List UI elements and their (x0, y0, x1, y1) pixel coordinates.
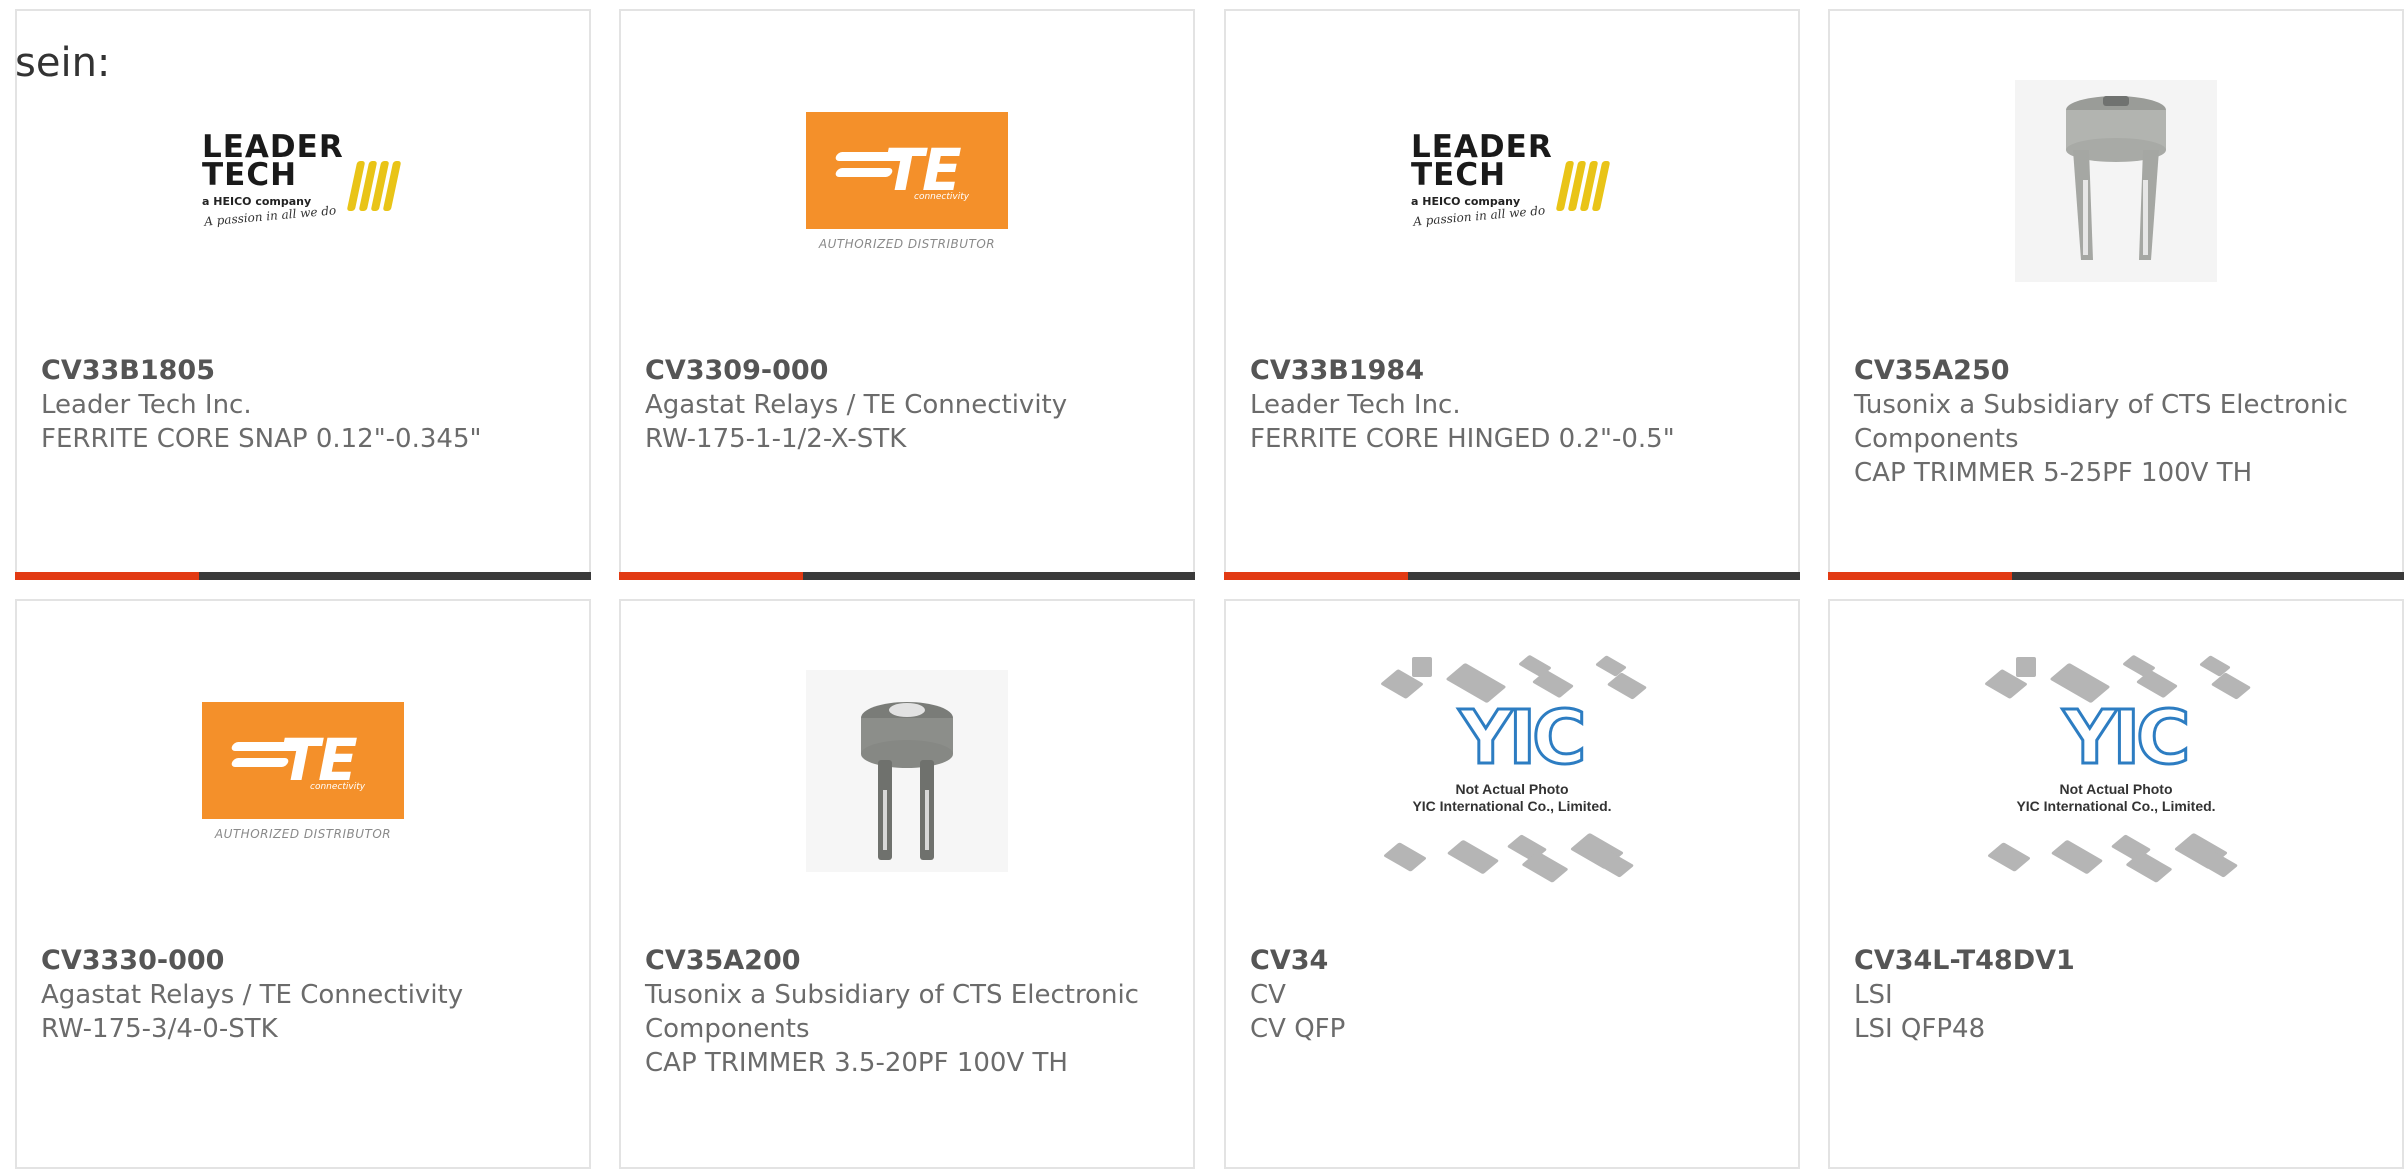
product-info: CV35A200 Tusonix a Subsidiary of CTS Ele… (645, 944, 1169, 1080)
description: CAP TRIMMER 3.5-20PF 100V TH (645, 1048, 1068, 1078)
manufacturer: CV (1250, 980, 1286, 1010)
product-info: CV3330-000 Agastat Relays / TE Connectiv… (41, 944, 565, 1046)
product-info: CV33B1984 Leader Tech Inc. FERRITE CORE … (1250, 354, 1774, 456)
product-card[interactable]: LEADER TECH a HEICO company A passion in … (15, 9, 591, 580)
product-card[interactable]: TE connectivity AUTHORIZED DISTRIBUTOR C… (15, 599, 591, 1169)
card-accent-bar (1828, 572, 2404, 580)
part-number[interactable]: CV34L-T48DV1 (1854, 944, 2378, 978)
product-image (621, 661, 1193, 881)
product-card[interactable]: YIC Not Actual Photo YIC International C… (1224, 599, 1800, 1169)
yic-logo: YIC (2062, 695, 2192, 781)
manufacturer: Tusonix a Subsidiary of CTS Electronic C… (1854, 390, 2348, 454)
product-info: CV35A250 Tusonix a Subsidiary of CTS Ele… (1854, 354, 2378, 490)
trimmer-capacitor-photo (2015, 80, 2217, 282)
not-actual-photo-note: Not Actual Photo YIC International Co., … (2016, 781, 2216, 814)
product-image: TE connectivity AUTHORIZED DISTRIBUTOR (17, 661, 589, 881)
yic-logo: YIC (1458, 695, 1588, 781)
part-number[interactable]: CV33B1805 (41, 354, 565, 388)
leader-tech-logo: LEADER TECH a HEICO company A passion in … (202, 132, 404, 229)
manufacturer: Tusonix a Subsidiary of CTS Electronic C… (645, 980, 1139, 1044)
not-actual-photo-note: Not Actual Photo YIC International Co., … (1412, 781, 1612, 814)
part-number[interactable]: CV3309-000 (645, 354, 1169, 388)
trimmer-capacitor-photo (806, 670, 1008, 872)
description: CAP TRIMMER 5-25PF 100V TH (1854, 458, 2253, 488)
manufacturer: Leader Tech Inc. (41, 390, 252, 420)
description: RW-175-3/4-0-STK (41, 1014, 278, 1044)
part-number[interactable]: CV33B1984 (1250, 354, 1774, 388)
part-number[interactable]: CV35A250 (1854, 354, 2378, 388)
part-number[interactable]: CV3330-000 (41, 944, 565, 978)
te-connectivity-logo: TE connectivity AUTHORIZED DISTRIBUTOR (806, 111, 1008, 251)
product-info: CV34L-T48DV1 LSI LSI QFP48 (1854, 944, 2378, 1046)
card-accent-bar (1224, 572, 1800, 580)
product-image: LEADER TECH a HEICO company A passion in … (17, 71, 589, 291)
leader-tech-logo: LEADER TECH a HEICO company A passion in … (1411, 132, 1613, 229)
product-image: YIC Not Actual Photo YIC International C… (1830, 654, 2402, 883)
description: FERRITE CORE SNAP 0.12"-0.345" (41, 424, 482, 454)
card-accent-bar (619, 572, 1195, 580)
part-number[interactable]: CV35A200 (645, 944, 1169, 978)
product-card[interactable]: CV35A250 Tusonix a Subsidiary of CTS Ele… (1828, 9, 2404, 580)
product-image: LEADER TECH a HEICO company A passion in … (1226, 71, 1798, 291)
part-number[interactable]: CV34 (1250, 944, 1774, 978)
description: FERRITE CORE HINGED 0.2"-0.5" (1250, 424, 1675, 454)
product-card[interactable]: TE connectivity AUTHORIZED DISTRIBUTOR C… (619, 9, 1195, 580)
product-info: CV3309-000 Agastat Relays / TE Connectiv… (645, 354, 1169, 456)
manufacturer: Leader Tech Inc. (1250, 390, 1461, 420)
product-card[interactable]: YIC Not Actual Photo YIC International C… (1828, 599, 2404, 1169)
product-info: CV34 CV CV QFP (1250, 944, 1774, 1046)
manufacturer: Agastat Relays / TE Connectivity (645, 390, 1068, 420)
section-heading: sein: (15, 40, 111, 86)
description: LSI QFP48 (1854, 1014, 1986, 1044)
product-image: TE connectivity AUTHORIZED DISTRIBUTOR (621, 71, 1193, 291)
card-accent-bar (15, 572, 591, 580)
product-image (1830, 71, 2402, 291)
product-card[interactable]: LEADER TECH a HEICO company A passion in … (1224, 9, 1800, 580)
manufacturer: Agastat Relays / TE Connectivity (41, 980, 464, 1010)
yic-placeholder-image: YIC Not Actual Photo YIC International C… (1981, 651, 2252, 891)
product-card[interactable]: CV35A200 Tusonix a Subsidiary of CTS Ele… (619, 599, 1195, 1169)
product-info: CV33B1805 Leader Tech Inc. FERRITE CORE … (41, 354, 565, 456)
yic-placeholder-image: YIC Not Actual Photo YIC International C… (1377, 651, 1648, 891)
manufacturer: LSI (1854, 980, 1893, 1010)
product-image: YIC Not Actual Photo YIC International C… (1226, 654, 1798, 883)
description: CV QFP (1250, 1014, 1346, 1044)
te-connectivity-logo: TE connectivity AUTHORIZED DISTRIBUTOR (202, 701, 404, 841)
description: RW-175-1-1/2-X-STK (645, 424, 907, 454)
